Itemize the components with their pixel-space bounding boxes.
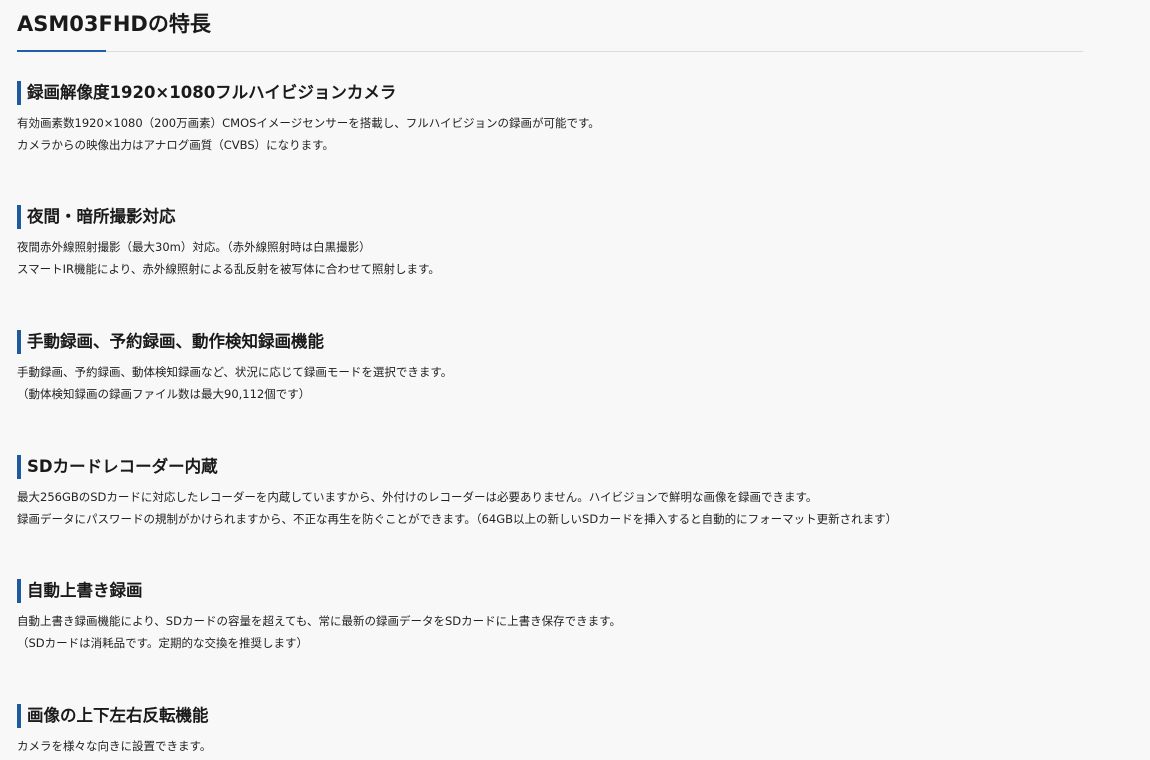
section-heading: SDカードレコーダー内蔵 (17, 455, 1117, 479)
page: ASM03FHDの特長 録画解像度1920×1080フルハイビジョンカメラ 有効… (0, 0, 1150, 760)
section-body: 夜間赤外線照射撮影（最大30m）対応。（赤外線照射時は白黒撮影） スマートIR機… (17, 236, 1117, 280)
section-body: カメラを様々な向きに設置できます。 (17, 735, 1117, 757)
section-text-line: カメラを様々な向きに設置できます。 (17, 739, 212, 753)
feature-section-night: 夜間・暗所撮影対応 夜間赤外線照射撮影（最大30m）対応。（赤外線照射時は白黒撮… (17, 205, 1117, 280)
section-heading: 録画解像度1920×1080フルハイビジョンカメラ (17, 81, 1117, 105)
section-body: 有効画素数1920×1080（200万画素）CMOSイメージセンサーを搭載し、フ… (17, 112, 1117, 156)
section-body: 最大256GBのSDカードに対応したレコーダーを内蔵していますから、外付けのレコ… (17, 486, 1117, 530)
section-heading: 手動録画、予約録画、動作検知録画機能 (17, 330, 1117, 354)
section-body: 手動録画、予約録画、動体検知録画など、状況に応じて録画モードを選択できます。 （… (17, 361, 1117, 405)
title-accent-bar (17, 50, 106, 52)
feature-section-sd-recorder: SDカードレコーダー内蔵 最大256GBのSDカードに対応したレコーダーを内蔵し… (17, 455, 1117, 530)
page-title: ASM03FHDの特長 (17, 12, 211, 36)
section-text-line: 手動録画、予約録画、動体検知録画など、状況に応じて録画モードを選択できます。 (17, 365, 453, 379)
section-text-line: 最大256GBのSDカードに対応したレコーダーを内蔵していますから、外付けのレコ… (17, 490, 818, 504)
section-text-line: （動体検知録画の録画ファイル数は最大90,112個です） (17, 387, 311, 401)
section-heading: 自動上書き録画 (17, 579, 1117, 603)
section-text-line: 夜間赤外線照射撮影（最大30m）対応。（赤外線照射時は白黒撮影） (17, 240, 371, 254)
section-text-line: カメラからの映像出力はアナログ画質（CVBS）になります。 (17, 138, 335, 152)
feature-section-flip: 画像の上下左右反転機能 カメラを様々な向きに設置できます。 (17, 704, 1117, 757)
section-heading: 画像の上下左右反転機能 (17, 704, 1117, 728)
title-divider (17, 51, 1083, 52)
feature-section-resolution: 録画解像度1920×1080フルハイビジョンカメラ 有効画素数1920×1080… (17, 81, 1117, 156)
section-heading: 夜間・暗所撮影対応 (17, 205, 1117, 229)
feature-section-recording-modes: 手動録画、予約録画、動作検知録画機能 手動録画、予約録画、動体検知録画など、状況… (17, 330, 1117, 405)
feature-section-overwrite: 自動上書き録画 自動上書き録画機能により、SDカードの容量を超えても、常に最新の… (17, 579, 1117, 654)
section-text-line: 有効画素数1920×1080（200万画素）CMOSイメージセンサーを搭載し、フ… (17, 116, 600, 130)
section-body: 自動上書き録画機能により、SDカードの容量を超えても、常に最新の録画データをSD… (17, 610, 1117, 654)
section-text-line: スマートIR機能により、赤外線照射による乱反射を被写体に合わせて照射します。 (17, 262, 440, 276)
section-text-line: 自動上書き録画機能により、SDカードの容量を超えても、常に最新の録画データをSD… (17, 614, 621, 628)
section-text-line: （SDカードは消耗品です。定期的な交換を推奨します） (17, 636, 309, 650)
section-text-line: 録画データにパスワードの規制がかけられますから、不正な再生を防ぐことができます。… (17, 512, 898, 526)
